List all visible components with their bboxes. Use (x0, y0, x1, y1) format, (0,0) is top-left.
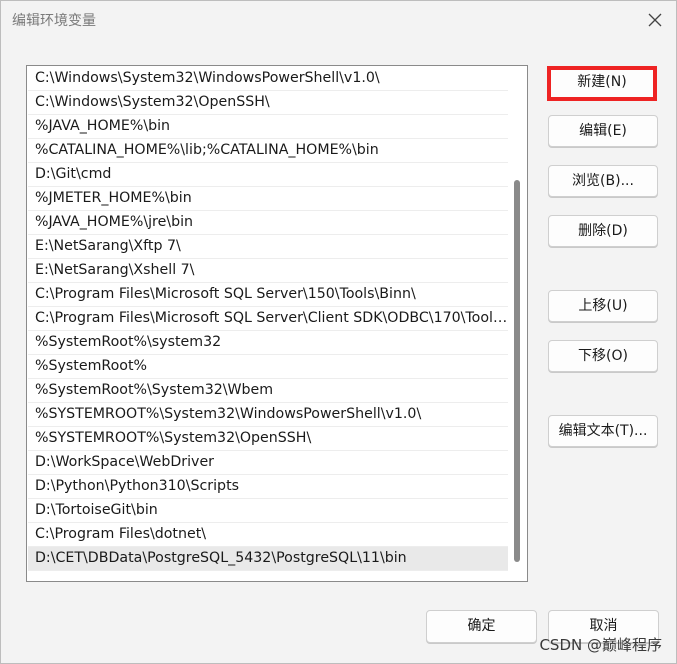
path-list-item[interactable]: D:\Git\cmd (28, 163, 508, 187)
move-up-button[interactable]: 上移(U) (548, 290, 658, 322)
path-list-item[interactable]: C:\Windows\System32\WindowsPowerShell\v1… (28, 67, 508, 91)
path-list-item[interactable]: %SYSTEMROOT%\System32\WindowsPowerShell\… (28, 403, 508, 427)
path-list-item[interactable]: %JAVA_HOME%\bin (28, 115, 508, 139)
path-list-item[interactable]: %SystemRoot% (28, 355, 508, 379)
move-down-button[interactable]: 下移(O) (548, 340, 658, 372)
path-list-item[interactable]: D:\Python\Python310\Scripts (28, 475, 508, 499)
watermark: CSDN @巅峰程序 (539, 636, 662, 654)
path-list-item[interactable]: %SystemRoot%\System32\Wbem (28, 379, 508, 403)
edit-button[interactable]: 编辑(E) (548, 115, 658, 147)
path-list-item[interactable]: C:\Program Files\Microsoft SQL Server\Cl… (28, 307, 508, 331)
path-list-item[interactable]: E:\NetSarang\Xshell 7\ (28, 259, 508, 283)
path-list-item[interactable]: C:\Program Files\dotnet\ (28, 523, 508, 547)
edit-env-var-dialog: 编辑环境变量 C:\Windows\System32\WindowsPowerS… (0, 0, 677, 664)
path-list-item[interactable]: %SystemRoot%\system32 (28, 331, 508, 355)
window-title: 编辑环境变量 (12, 13, 96, 29)
close-icon[interactable] (644, 9, 666, 31)
path-list-item[interactable]: %CATALINA_HOME%\lib;%CATALINA_HOME%\bin (28, 139, 508, 163)
path-list-item[interactable]: %SYSTEMROOT%\System32\OpenSSH\ (28, 427, 508, 451)
scrollbar-thumb[interactable] (514, 180, 520, 562)
browse-button[interactable]: 浏览(B)... (548, 165, 658, 197)
path-list-item[interactable]: %JMETER_HOME%\bin (28, 187, 508, 211)
new-button[interactable]: 新建(N) (547, 66, 657, 101)
ok-button[interactable]: 确定 (426, 610, 537, 643)
path-list-item[interactable]: D:\TortoiseGit\bin (28, 499, 508, 523)
edit-text-button[interactable]: 编辑文本(T)... (548, 415, 658, 447)
delete-button[interactable]: 删除(D) (548, 215, 658, 247)
title-bar: 编辑环境变量 (1, 1, 676, 39)
list-scrollbar[interactable] (509, 67, 527, 580)
path-list-item[interactable]: E:\NetSarang\Xftp 7\ (28, 235, 508, 259)
path-list-item[interactable]: %JAVA_HOME%\jre\bin (28, 211, 508, 235)
path-list-item[interactable]: D:\WorkSpace\WebDriver (28, 451, 508, 475)
path-list-item[interactable]: C:\Windows\System32\OpenSSH\ (28, 91, 508, 115)
path-list-item[interactable]: C:\Program Files\Microsoft SQL Server\15… (28, 283, 508, 307)
path-list[interactable]: C:\Windows\System32\WindowsPowerShell\v1… (26, 65, 528, 582)
path-list-item[interactable]: D:\CET\DBData\PostgreSQL_5432\PostgreSQL… (28, 547, 508, 571)
